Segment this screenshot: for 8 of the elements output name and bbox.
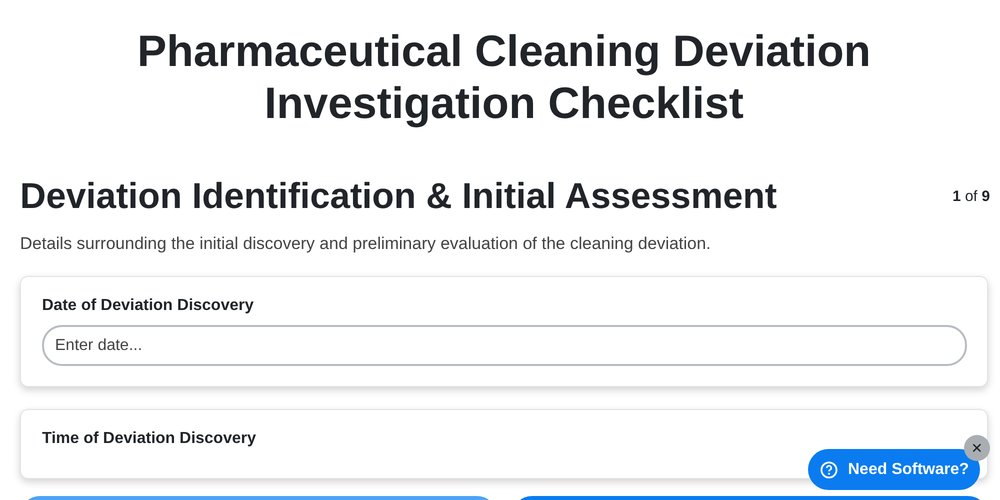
page-title: Pharmaceutical Cleaning Deviation Investigation Checklist <box>136 26 872 130</box>
section-description: Details surrounding the initial discovery and preliminary evaluation of the cleaning deviation. <box>20 234 712 254</box>
field-label: Time of Deviation Discovery <box>42 430 257 448</box>
section-heading: Deviation Identification & Initial Assessment <box>20 174 777 218</box>
step-counter: 1 of 9 <box>952 188 990 204</box>
help-icon <box>820 460 838 478</box>
date-input-field[interactable]: Enter date... <box>42 325 967 366</box>
field-label: Date of Deviation Discovery <box>42 297 255 315</box>
